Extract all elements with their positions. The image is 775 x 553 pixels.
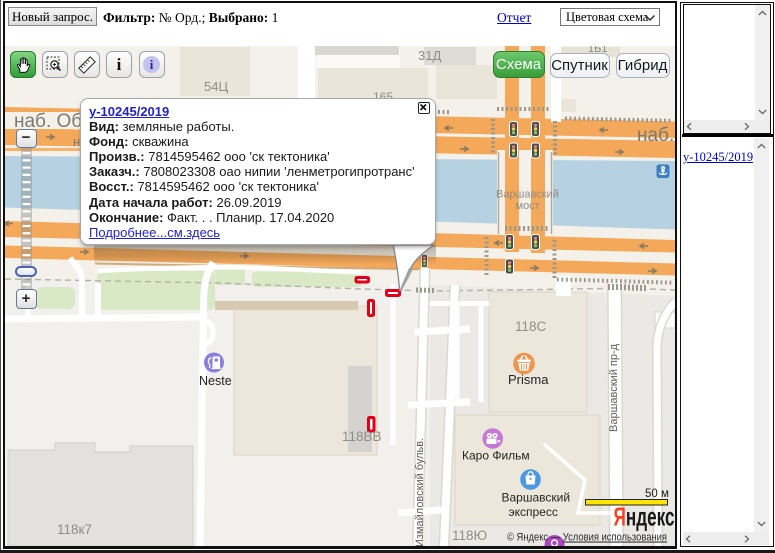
svg-text:Prisma: Prisma [508, 372, 549, 387]
svg-text:Варшавский: Варшавский [496, 189, 559, 201]
svg-text:118к7: 118к7 [57, 522, 92, 537]
svg-text:мост: мост [516, 200, 540, 212]
svg-text:Яндекс: Яндекс [614, 502, 675, 532]
svg-text:экспресс: экспресс [509, 505, 558, 519]
svg-text:Варшавский пр-д: Варшавский пр-д [608, 343, 620, 432]
svg-text:Измайловский бульв.: Измайловский бульв. [414, 438, 426, 546]
svg-text:Neste: Neste [199, 374, 232, 388]
svg-text:118Ю: 118Ю [452, 528, 487, 543]
svg-text:31Д: 31Д [418, 48, 441, 63]
svg-text:© Яндекс — Условия использован: © Яндекс — Условия использования [507, 532, 667, 544]
svg-text:наб.: наб. [637, 125, 674, 146]
svg-text:50 м: 50 м [645, 488, 669, 500]
svg-text:Варшавский: Варшавский [502, 491, 571, 505]
svg-text:Каро Фильм: Каро Фильм [462, 449, 530, 463]
svg-text:54Ц: 54Ц [204, 79, 228, 94]
svg-text:118ВВ: 118ВВ [342, 429, 382, 444]
svg-text:118С: 118С [515, 319, 547, 334]
